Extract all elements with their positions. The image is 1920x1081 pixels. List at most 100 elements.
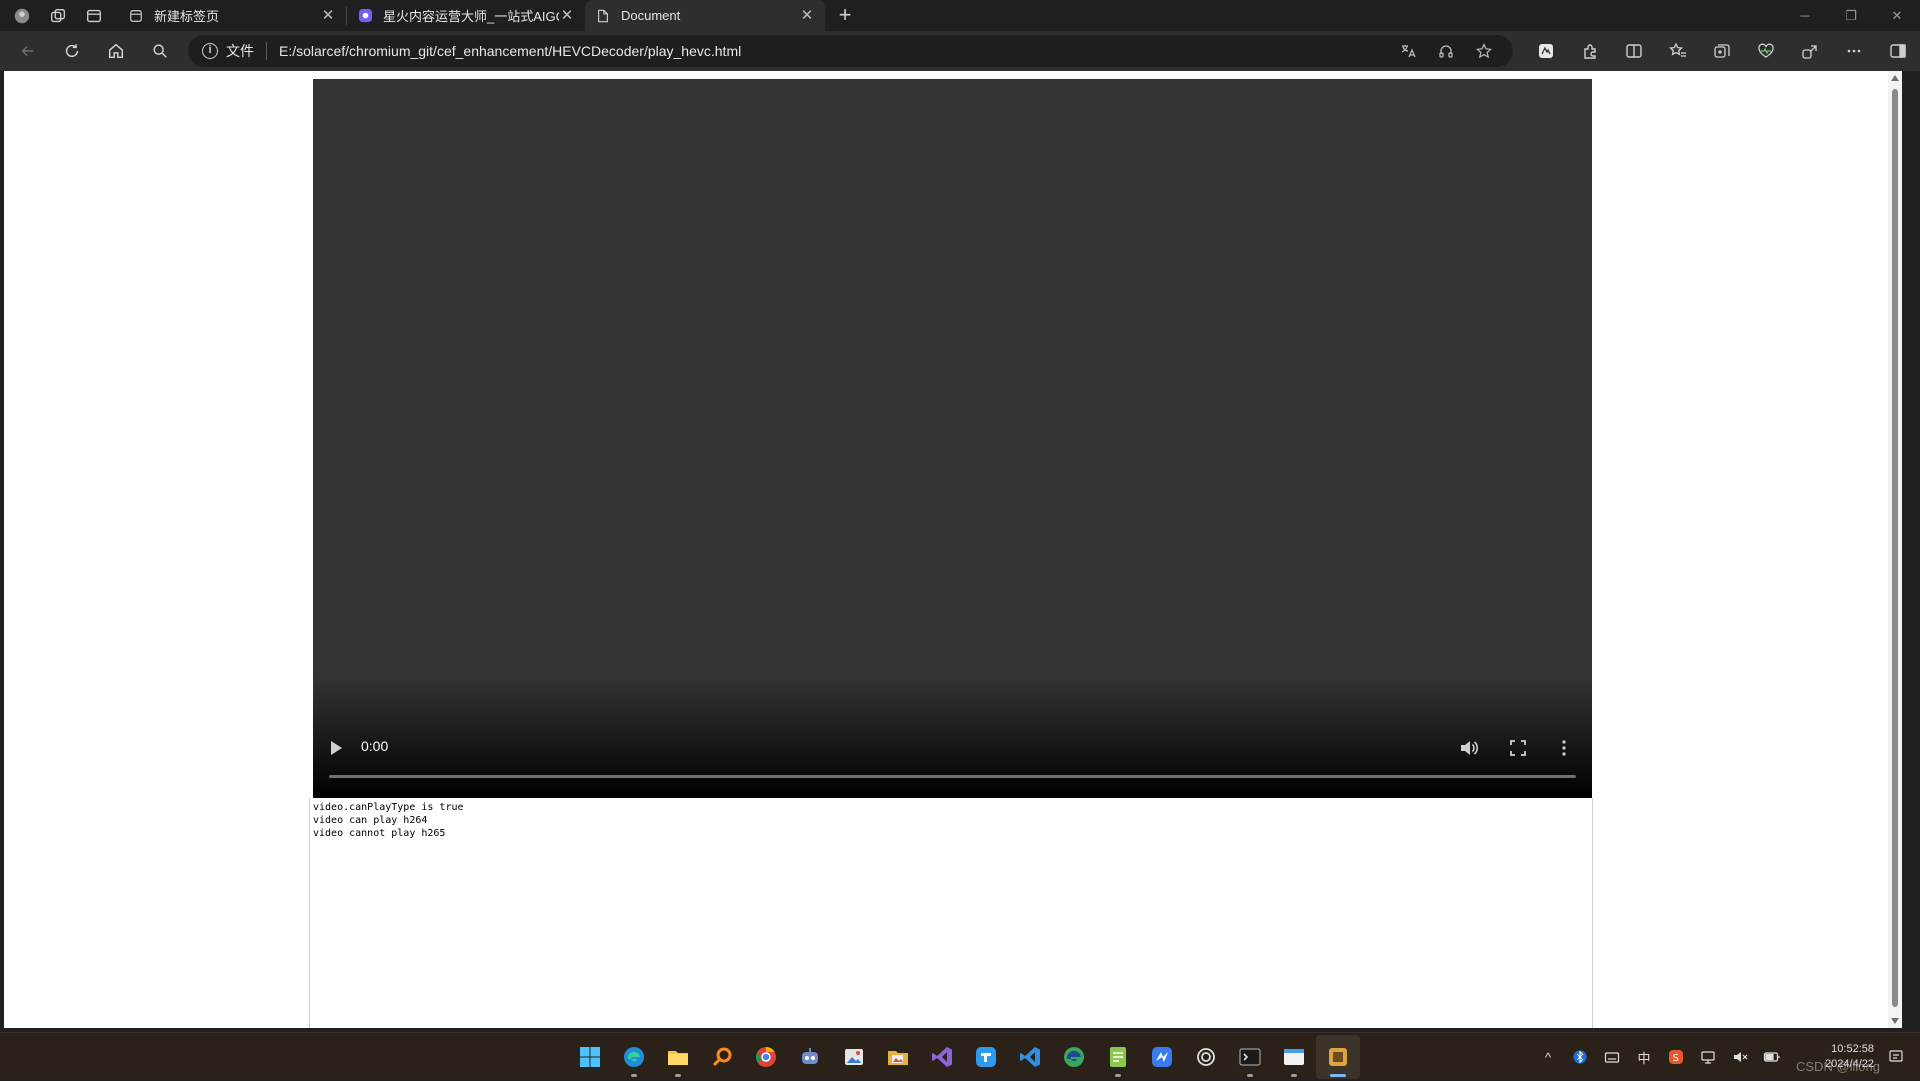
reload-icon[interactable] <box>56 35 88 67</box>
read-aloud-icon[interactable] <box>1427 35 1465 67</box>
tab-title: 星火内容运营大师_一站式AIGC平 <box>383 9 559 24</box>
video-player[interactable]: 0:00 <box>313 79 1592 798</box>
share-icon[interactable] <box>1788 31 1832 71</box>
running-indicator <box>1291 1074 1297 1077</box>
new-tab-page-icon <box>128 8 144 24</box>
translate-icon[interactable] <box>1389 35 1427 67</box>
window-controls: ─ ❐ ✕ <box>1782 0 1920 31</box>
windows-taskbar: ^ 中 S 10:52:58 2024/4/22 CSDN @lllong <box>0 1032 1920 1080</box>
restore-icon[interactable]: ❐ <box>1828 0 1874 31</box>
address-divider <box>266 42 267 60</box>
window-app-icon[interactable] <box>1272 1035 1316 1079</box>
video-controls: 0:00 <box>313 728 1592 798</box>
tab-title: 新建标签页 <box>154 9 220 24</box>
play-icon[interactable] <box>331 741 342 755</box>
video-time: 0:00 <box>361 738 389 754</box>
vscode-icon[interactable] <box>1008 1035 1052 1079</box>
tab-title: Document <box>621 8 681 23</box>
toolbar-actions <box>1524 31 1920 71</box>
tray-overflow-chevron-icon[interactable]: ^ <box>1532 1037 1564 1077</box>
scroll-up-arrow-icon[interactable] <box>1891 75 1899 81</box>
collections-icon[interactable] <box>1700 31 1744 71</box>
close-tab-icon[interactable]: ✕ <box>559 7 575 24</box>
running-indicator <box>675 1074 681 1077</box>
log-line: video can play h264 <box>313 815 428 826</box>
more-options-icon[interactable] <box>1832 31 1876 71</box>
document-page-icon <box>595 8 611 24</box>
fullscreen-icon[interactable] <box>1508 738 1528 758</box>
chrome-browser-icon[interactable] <box>744 1035 788 1079</box>
extensions-puzzle-icon[interactable] <box>1568 31 1612 71</box>
photo-viewer-icon[interactable] <box>832 1035 876 1079</box>
scheme-label: 文件 <box>226 43 254 59</box>
scroll-down-arrow-icon[interactable] <box>1891 1018 1899 1024</box>
csdn-watermark: CSDN @lllong <box>1796 1059 1880 1074</box>
vertical-tabs-icon[interactable] <box>80 2 108 30</box>
browser-toolbar: i 文件 E:/solarcef/chromium_git/cef_enhanc… <box>0 31 1920 71</box>
messenger-app-icon[interactable] <box>1140 1035 1184 1079</box>
network-icon[interactable] <box>1692 1037 1724 1077</box>
running-indicator <box>1330 1074 1346 1077</box>
log-output: video.canPlayType is true video can play… <box>309 798 1593 1028</box>
workspaces-icon[interactable] <box>44 2 72 30</box>
home-icon[interactable] <box>100 35 132 67</box>
page-viewport: 0:00 video.canPlayType is true video can… <box>4 71 1902 1028</box>
clock-time: 10:52:58 <box>1831 1043 1874 1055</box>
sidebar-toggle-icon[interactable] <box>1876 31 1920 71</box>
running-indicator <box>1247 1074 1253 1077</box>
volume-muted-icon[interactable] <box>1724 1037 1756 1077</box>
video-more-options-icon[interactable] <box>1554 738 1574 758</box>
close-window-icon[interactable]: ✕ <box>1874 0 1920 31</box>
close-tab-icon[interactable]: ✕ <box>320 7 336 24</box>
log-line: video cannot play h265 <box>313 828 446 839</box>
close-tab-icon[interactable]: ✕ <box>799 7 815 24</box>
aigc-site-icon <box>357 8 373 24</box>
input-method-indicator[interactable]: 中 <box>1628 1037 1660 1077</box>
active-app-icon[interactable] <box>1316 1035 1360 1079</box>
scrollbar-thumb[interactable] <box>1892 89 1898 1007</box>
tab-aigc[interactable]: 星火内容运营大师_一站式AIGC平 ✕ <box>347 0 585 31</box>
terminal-icon[interactable] <box>1228 1035 1272 1079</box>
notepad-icon[interactable] <box>1096 1035 1140 1079</box>
feishu-app-icon[interactable] <box>964 1035 1008 1079</box>
log-line: video.canPlayType is true <box>313 802 464 813</box>
video-progress-bar[interactable] <box>329 775 1576 778</box>
notification-icon[interactable] <box>1880 1037 1912 1077</box>
profile-avatar-icon[interactable] <box>8 2 36 30</box>
minimize-icon[interactable]: ─ <box>1782 0 1828 31</box>
tab-new-tab[interactable]: 新建标签页 ✕ <box>118 0 346 31</box>
running-indicator <box>631 1074 637 1077</box>
edge-dev-icon[interactable] <box>1052 1035 1096 1079</box>
info-icon[interactable]: i <box>202 43 218 59</box>
url-text[interactable]: E:/solarcef/chromium_git/cef_enhancement… <box>279 43 741 59</box>
tab-strip: 新建标签页 ✕ 星火内容运营大师_一站式AIGC平 ✕ Document ✕ +… <box>0 0 1920 31</box>
taskbar-apps <box>568 1033 1360 1081</box>
tab-document[interactable]: Document ✕ <box>585 0 825 31</box>
robot-app-icon[interactable] <box>788 1035 832 1079</box>
start-windows-icon[interactable] <box>568 1035 612 1079</box>
split-screen-icon[interactable] <box>1612 31 1656 71</box>
favorite-star-icon[interactable] <box>1465 35 1503 67</box>
edge-browser-icon[interactable] <box>612 1035 656 1079</box>
search-icon[interactable] <box>144 35 176 67</box>
extension-icon[interactable] <box>1524 31 1568 71</box>
page-scrollbar[interactable] <box>1888 71 1902 1028</box>
image-folder-icon[interactable] <box>876 1035 920 1079</box>
search-everything-icon[interactable] <box>700 1035 744 1079</box>
address-bar-actions <box>1389 35 1503 67</box>
address-bar[interactable]: i 文件 E:/solarcef/chromium_git/cef_enhanc… <box>188 35 1513 67</box>
battery-icon[interactable] <box>1756 1037 1788 1077</box>
file-explorer-icon[interactable] <box>656 1035 700 1079</box>
browser-essentials-icon[interactable] <box>1744 31 1788 71</box>
back-icon[interactable] <box>12 35 44 67</box>
svg-text:S: S <box>1673 1053 1679 1064</box>
bluetooth-icon[interactable] <box>1564 1037 1596 1077</box>
favorites-icon[interactable] <box>1656 31 1700 71</box>
running-indicator <box>1115 1074 1121 1077</box>
keyboard-icon[interactable] <box>1596 1037 1628 1077</box>
volume-icon[interactable] <box>1458 737 1480 759</box>
sogou-input-icon[interactable]: S <box>1660 1037 1692 1077</box>
new-tab-button[interactable]: + <box>831 2 859 30</box>
visual-studio-icon[interactable] <box>920 1035 964 1079</box>
openai-app-icon[interactable] <box>1184 1035 1228 1079</box>
